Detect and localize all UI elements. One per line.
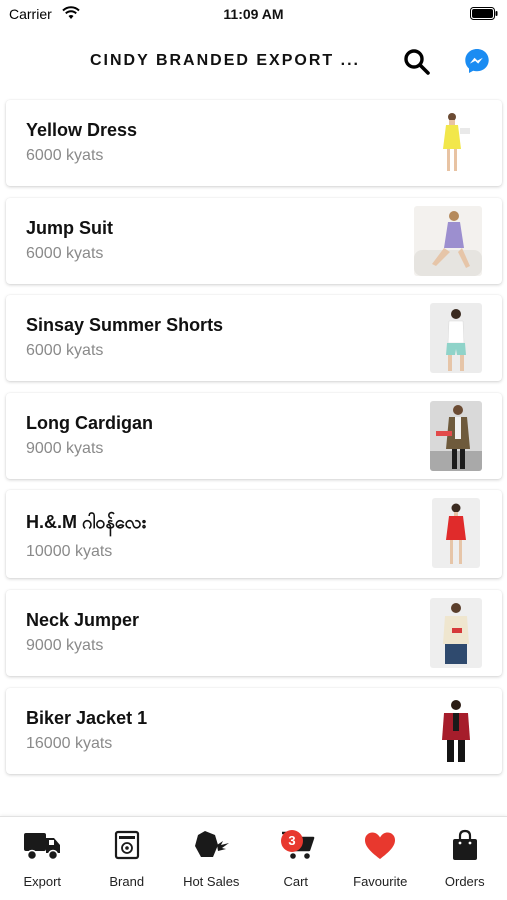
product-card[interactable]: H.&.M ဂါဝန်လေး 10000 kyats (6, 490, 502, 579)
product-list: Yellow Dress 6000 kyats Jump Suit 6000 k… (6, 100, 502, 785)
product-name: Neck Jumper (26, 609, 140, 630)
summer-shorts-photo (430, 303, 482, 374)
product-card[interactable]: Yellow Dress 6000 kyats (6, 100, 502, 186)
jump-suit-photo (414, 205, 482, 276)
red-dress-photo (432, 498, 480, 569)
biker-jacket-photo (430, 695, 482, 766)
product-name: Jump Suit (26, 217, 114, 238)
product-card[interactable]: Jump Suit 6000 kyats (6, 197, 502, 284)
nav-label-hot-sales: Hot Sales (183, 874, 240, 889)
product-price: 9000 kyats (26, 439, 104, 457)
nav-label-favourite: Favourite (353, 874, 408, 889)
nav-label-brand: Brand (109, 874, 145, 889)
app-header: CINDY BRANDED EXPORT ... (0, 30, 507, 90)
nav-label-cart: Cart (283, 874, 309, 889)
product-name: Yellow Dress (26, 120, 138, 140)
product-card[interactable]: Neck Jumper 9000 kyats (6, 589, 502, 676)
product-card[interactable]: Sinsay Summer Shorts 6000 kyats (6, 295, 502, 382)
product-price: 9000 kyats (26, 636, 104, 654)
cart-badge: 3 (281, 830, 303, 852)
hot-sales-icon (195, 831, 230, 857)
product-name: Biker Jacket 1 (26, 707, 148, 728)
status-time: 11:09 AM (223, 6, 284, 22)
product-price: 6000 kyats (26, 342, 104, 360)
long-cardigan-photo (430, 400, 482, 471)
nav-label-orders: Orders (444, 874, 485, 889)
product-name: Long Cardigan (26, 412, 153, 433)
product-name: Sinsay Summer Shorts (26, 315, 224, 336)
truck-icon (24, 833, 61, 861)
nav-label-export: Export (23, 874, 62, 889)
messenger-button[interactable] (464, 48, 490, 74)
heart-icon (365, 832, 396, 859)
neck-jumper-photo (430, 597, 482, 668)
product-price: 16000 kyats (26, 734, 113, 752)
shopping-bag-icon (452, 829, 477, 860)
nav-orders[interactable]: Orders (423, 817, 507, 900)
nav-brand[interactable]: Brand (85, 817, 170, 900)
battery-icon (470, 7, 498, 20)
bottom-nav: Export Brand Hot Sales Cart Favourite Or… (0, 816, 507, 900)
product-price: 6000 kyats (26, 244, 104, 262)
page-title: CINDY BRANDED EXPORT ... (90, 52, 360, 69)
product-card[interactable]: Long Cardigan 9000 kyats (6, 392, 502, 479)
nav-cart[interactable]: Cart (254, 817, 339, 900)
product-name: H.&.M ဂါဝန်လေး (26, 512, 147, 533)
messenger-icon (465, 49, 489, 73)
product-card[interactable]: Biker Jacket 1 16000 kyats (6, 687, 502, 774)
product-price: 10000 kyats (26, 543, 113, 561)
nav-favourite[interactable]: Favourite (338, 817, 423, 900)
product-price: 6000 kyats (26, 147, 104, 164)
status-bar: Carrier 11:09 AM (0, 0, 507, 30)
nav-hot-sales[interactable]: Hot Sales (169, 817, 254, 900)
search-icon (404, 49, 430, 75)
search-button[interactable] (403, 48, 431, 76)
brand-tag-icon (114, 830, 139, 860)
yellow-dress-photo (430, 108, 482, 178)
nav-export[interactable]: Export (0, 817, 85, 900)
